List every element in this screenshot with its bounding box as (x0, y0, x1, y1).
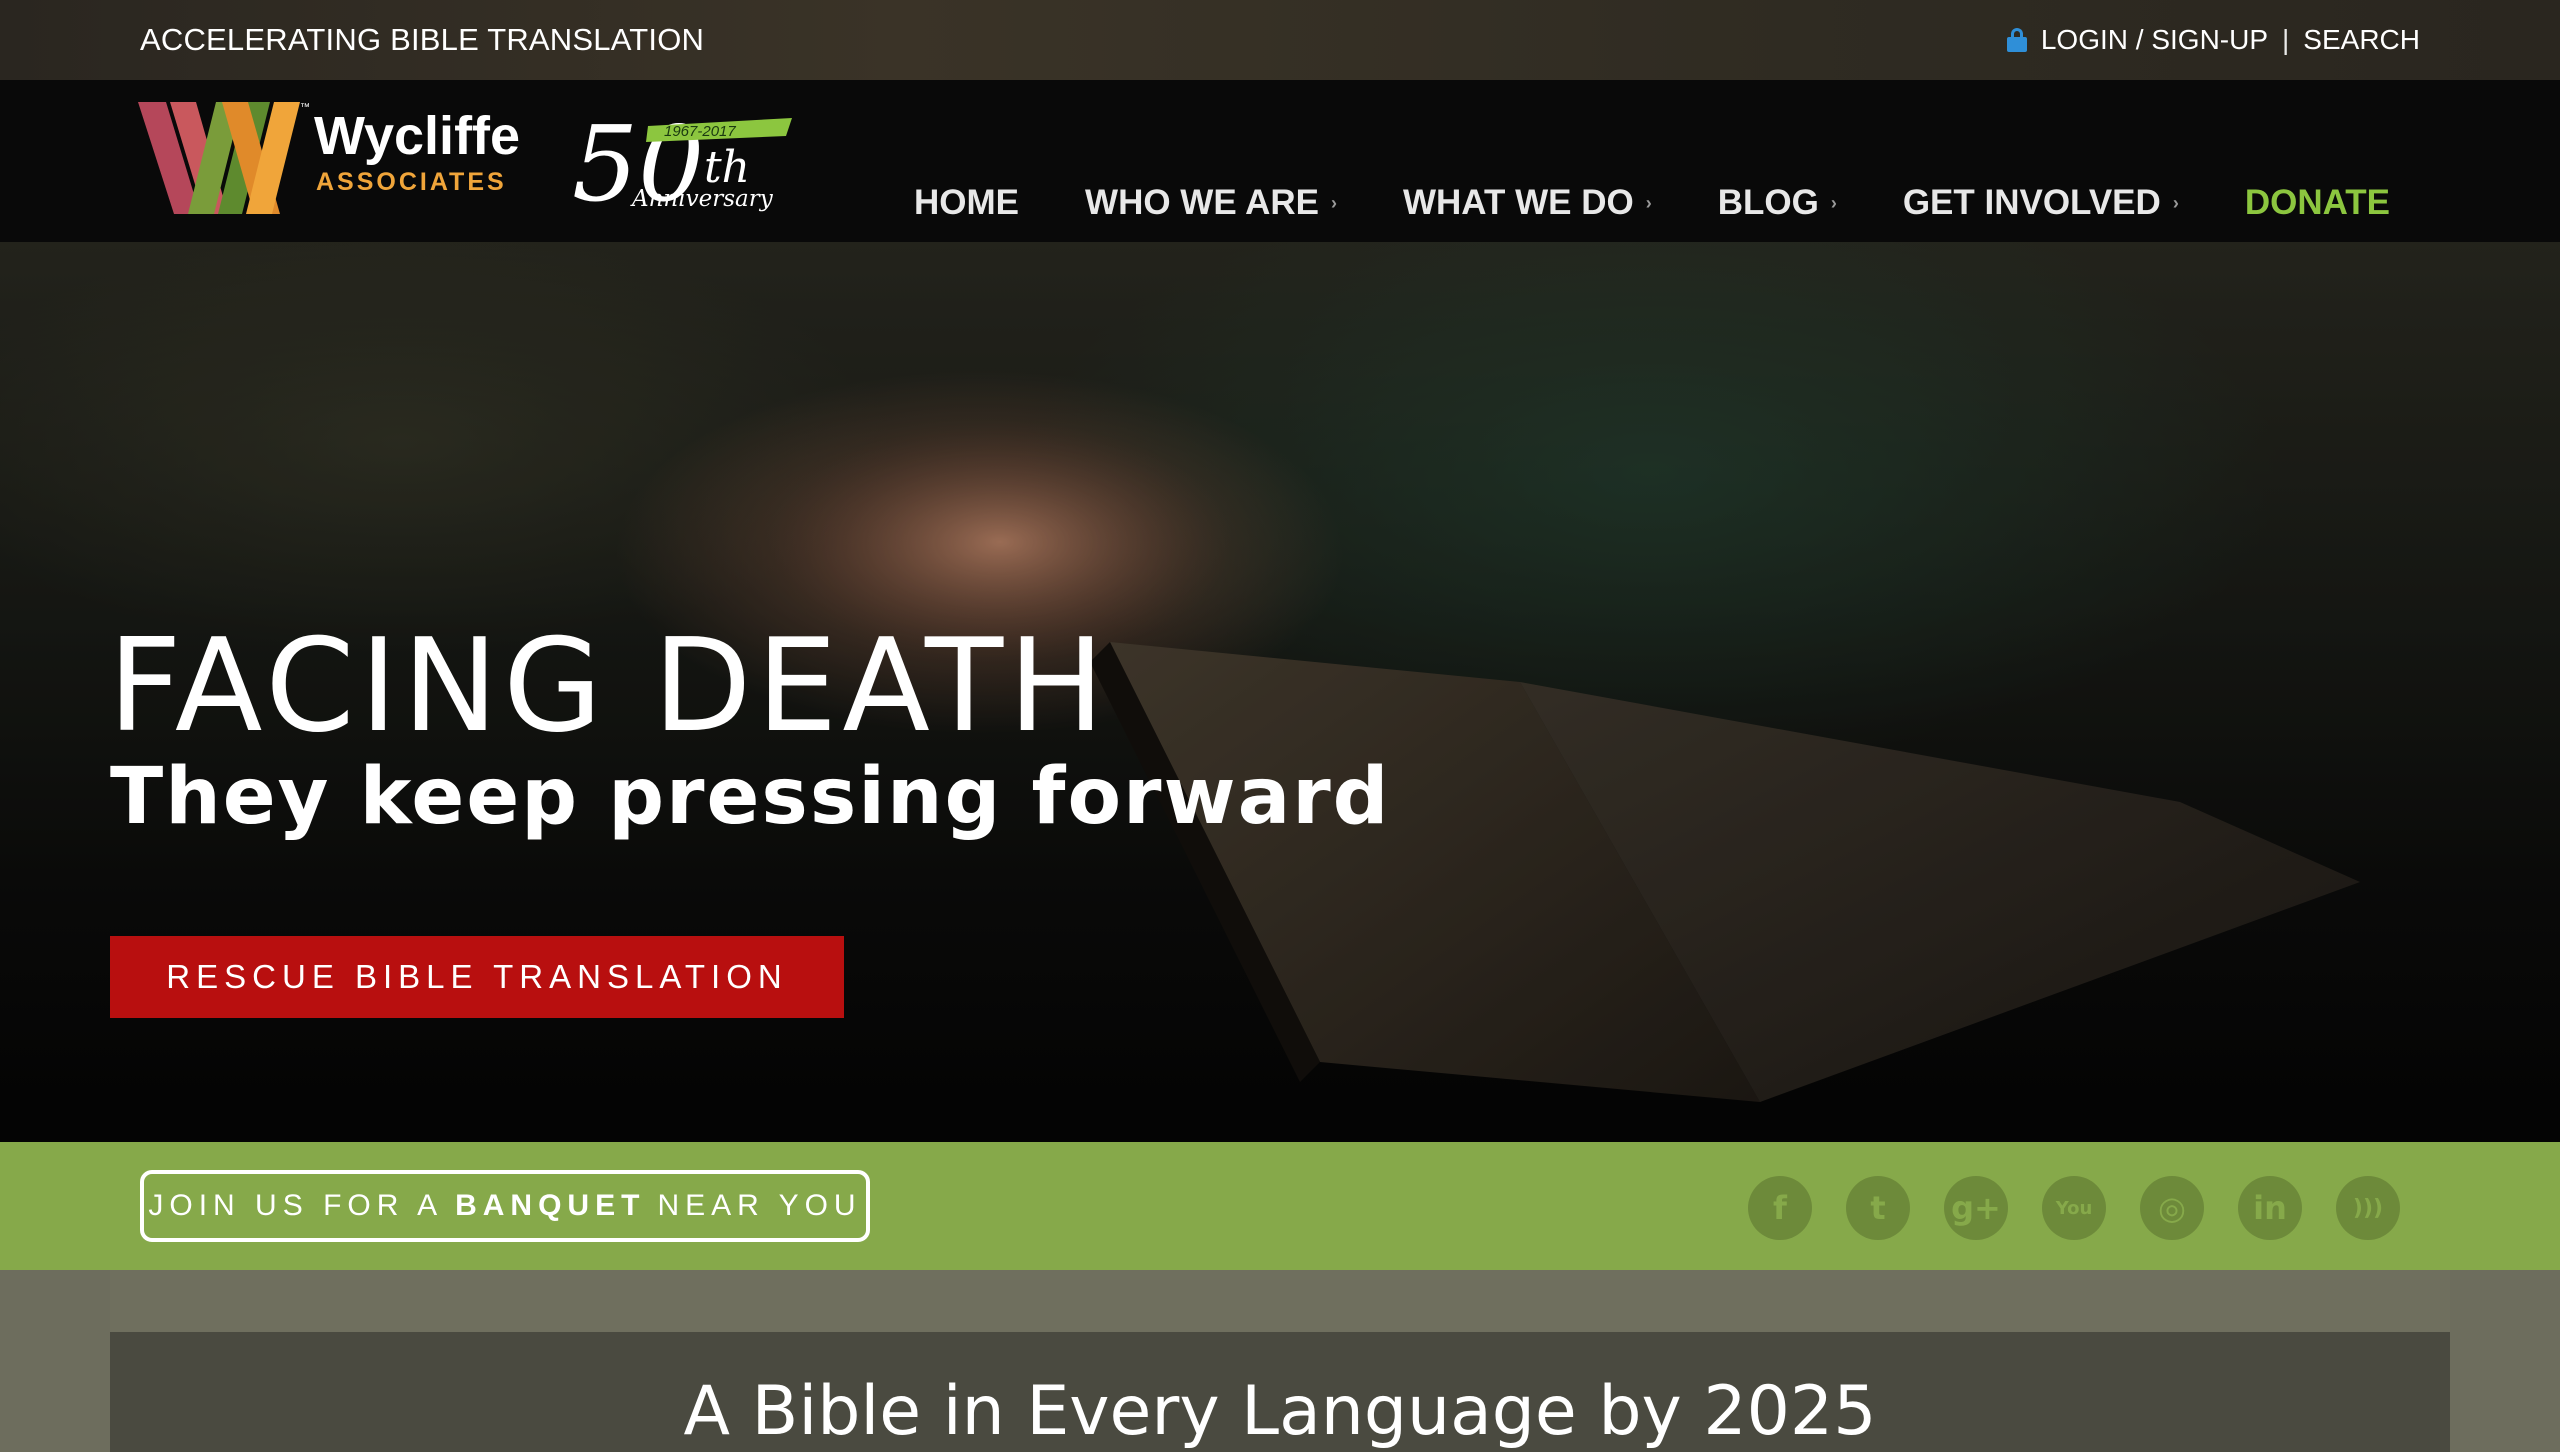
mission-panel: A Bible in Every Language by 2025 (110, 1332, 2450, 1452)
hero-banner: FACING DEATH They keep pressing forward … (0, 242, 2560, 1142)
lock-icon (2006, 28, 2027, 52)
main-header: Wycliffe ™ ASSOCIATES 50 1967-2017 th An… (0, 80, 2560, 242)
nav-home-label: HOME (914, 183, 1020, 222)
mission-section: A Bible in Every Language by 2025 (0, 1270, 2560, 1452)
nav-blog[interactable]: BLOG › (1718, 183, 1837, 223)
chevron-right-icon: › (1645, 192, 1652, 213)
nav-get-involved[interactable]: GET INVOLVED › (1903, 183, 2179, 223)
hero-subtitle: They keep pressing forward (110, 752, 1391, 842)
nav-blog-label: BLOG (1717, 183, 1819, 222)
50th-anniversary-badge: 50 1967-2017 th Anniversary (572, 103, 792, 220)
utility-links: LOGIN / SIGN-UP | SEARCH (2006, 24, 2420, 56)
rss-icon[interactable]: ))) (2336, 1176, 2400, 1240)
nav-what-label: WHAT WE DO (1403, 183, 1634, 222)
svg-text:ASSOCIATES: ASSOCIATES (316, 168, 507, 196)
twitter-icon[interactable]: t (1846, 1176, 1910, 1240)
mission-band (110, 1270, 2450, 1332)
svg-text:Anniversary: Anniversary (630, 186, 774, 212)
nav-home[interactable]: HOME (914, 183, 1019, 223)
hero-title: FACING DEATH (108, 612, 1110, 761)
banquet-button[interactable]: JOIN US FOR A BANQUET NEAR YOU (140, 1170, 870, 1242)
nav-donate[interactable]: DONATE (2245, 183, 2390, 223)
mission-title: A Bible in Every Language by 2025 (683, 1372, 1877, 1451)
top-utility-bar: ACCELERATING BIBLE TRANSLATION LOGIN / S… (0, 0, 2560, 80)
chevron-right-icon: › (2172, 192, 2179, 213)
youtube-icon[interactable]: You (2042, 1176, 2106, 1240)
main-nav: HOME WHO WE ARE › WHAT WE DO › BLOG › GET I… (848, 178, 2390, 228)
chevron-right-icon: › (1331, 192, 1337, 213)
login-signup-link[interactable]: LOGIN / SIGN-UP (2041, 24, 2268, 56)
search-link[interactable]: SEARCH (2303, 24, 2420, 56)
utility-separator: | (2282, 24, 2290, 55)
svg-text:Wycliffe: Wycliffe (314, 106, 520, 166)
site-tagline: ACCELERATING BIBLE TRANSLATION (140, 22, 705, 57)
rescue-bible-translation-button[interactable]: RESCUE BIBLE TRANSLATION (110, 936, 844, 1018)
facebook-icon[interactable]: f (1748, 1176, 1812, 1240)
banquet-social-strip: JOIN US FOR A BANQUET NEAR YOU f t g+ Yo… (0, 1142, 2560, 1270)
nav-who-we-are[interactable]: WHO WE ARE › (1085, 183, 1337, 223)
linkedin-icon[interactable]: in (2238, 1176, 2302, 1240)
instagram-icon[interactable]: ◎ (2140, 1176, 2204, 1240)
banquet-pre: JOIN US FOR A (148, 1189, 444, 1222)
banquet-bold: BANQUET (455, 1189, 646, 1222)
nav-involved-label: GET INVOLVED (1902, 183, 2161, 222)
social-links: f t g+ You ◎ in ))) (1748, 1176, 2400, 1240)
nav-donate-label: DONATE (2244, 183, 2390, 222)
svg-text:1967-2017: 1967-2017 (664, 123, 736, 140)
google-plus-icon[interactable]: g+ (1944, 1176, 2008, 1240)
banquet-post: NEAR YOU (657, 1189, 862, 1222)
nav-who-label: WHO WE ARE (1085, 183, 1319, 222)
chevron-right-icon: › (1830, 192, 1837, 213)
nav-what-we-do[interactable]: WHAT WE DO › (1403, 183, 1652, 223)
page: ACCELERATING BIBLE TRANSLATION LOGIN / S… (0, 0, 2560, 1452)
wycliffe-associates-logo[interactable]: Wycliffe ™ ASSOCIATES (138, 96, 558, 220)
svg-text:™: ™ (300, 102, 310, 113)
